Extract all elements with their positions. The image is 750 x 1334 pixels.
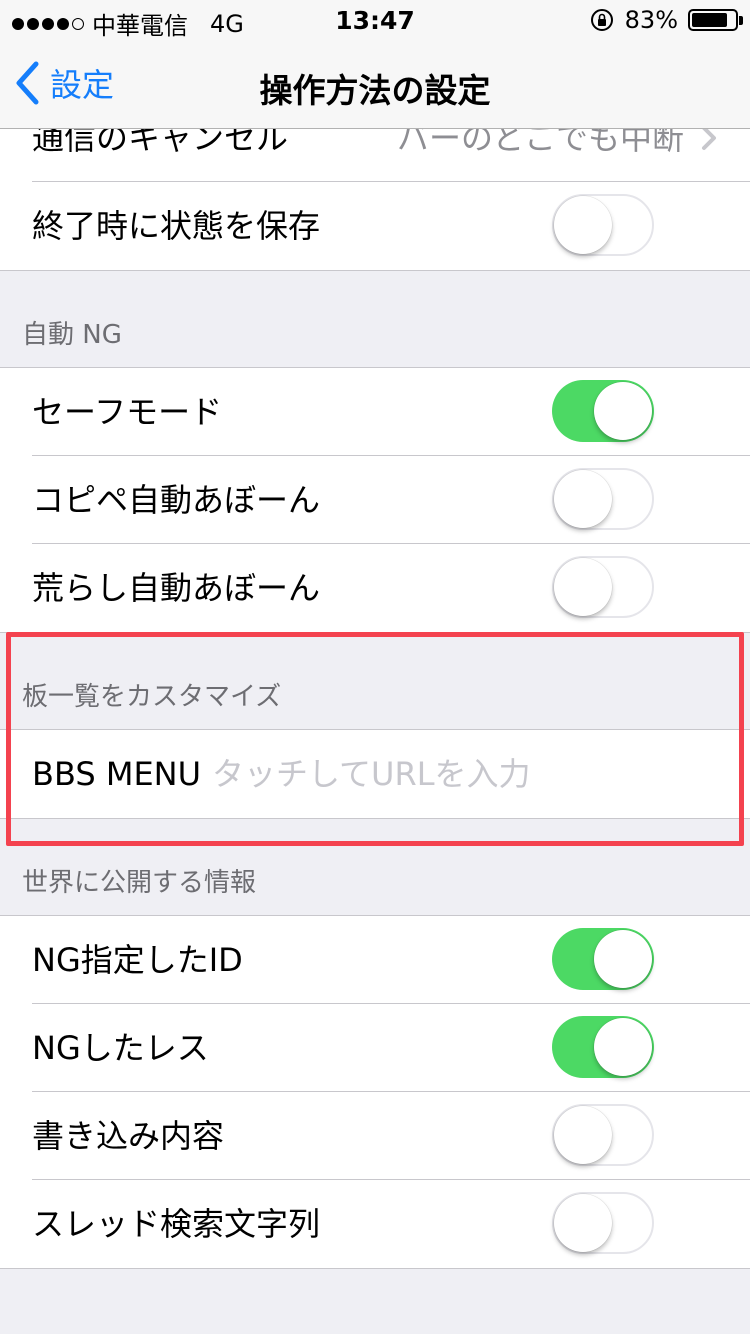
group-public-info: NG指定したID NGしたレス 書き込み内容 スレッド検索文字列 [0,916,750,1268]
row-label: 荒らし自動あぼーん [32,569,321,607]
ng-id-toggle[interactable] [552,928,654,990]
battery-tip [739,16,743,25]
row-ng-res: NGしたレス [0,1004,750,1092]
toggle-knob [594,382,652,440]
row-thread-search: スレッド検索文字列 [0,1180,750,1268]
toggle-knob [594,930,652,988]
row-label: NG指定したID [32,941,243,979]
safe-mode-toggle[interactable] [552,380,654,442]
toggle-knob [594,1018,652,1076]
row-arashi-auto-abon: 荒らし自動あぼーん [0,544,750,632]
battery-icon [688,9,743,31]
arashi-auto-abon-toggle[interactable] [552,556,654,618]
group-auto-ng: セーフモード コピペ自動あぼーん 荒らし自動あぼーん [0,368,750,632]
settings-list: 通信のキャンセル バーのどこでも中断 終了時に状態を保存 自動 NG セーフモー… [0,94,750,1269]
section-header-public-info: 世界に公開する情報 [0,819,750,915]
row-label: スレッド検索文字列 [32,1205,321,1243]
row-label: BBS MENU [32,755,202,793]
section-header-label: 自動 NG [22,320,122,350]
battery-fill [692,13,727,27]
row-save-state: 終了時に状態を保存 [0,182,750,270]
page-title: 操作方法の設定 [259,71,491,110]
section-header-label: 世界に公開する情報 [22,868,257,898]
row-bbs-menu: BBS MENU [0,730,750,818]
row-label: 終了時に状態を保存 [32,207,321,245]
battery-percent: 83% [624,6,678,34]
row-label: コピペ自動あぼーん [32,481,321,519]
row-safe-mode: セーフモード [0,368,750,456]
orientation-lock-icon [590,9,613,31]
section-header-board-list: 板一覧をカスタマイズ [0,633,750,729]
group-bottom-border [0,1268,750,1269]
row-label: セーフモード [32,393,223,431]
row-ng-id: NG指定したID [0,916,750,1004]
status-bar: 中華電信 4G 13:47 83% [0,0,750,40]
bbs-menu-url-input[interactable] [212,752,692,796]
section-header-label: 板一覧をカスタマイズ [22,682,282,712]
row-post-content: 書き込み内容 [0,1092,750,1180]
toggle-knob [554,1106,612,1164]
group-board-list: BBS MENU [0,730,750,818]
status-right: 83% [589,6,743,34]
navigation-bar: 設定 操作方法の設定 [0,40,750,129]
thread-search-toggle[interactable] [552,1192,654,1254]
ng-res-toggle[interactable] [552,1016,654,1078]
toggle-knob [554,470,612,528]
section-header-auto-ng: 自動 NG [0,271,750,367]
save-state-toggle[interactable] [552,194,654,256]
row-label: NGしたレス [32,1029,209,1067]
toggle-knob [554,1194,612,1252]
row-label: 書き込み内容 [32,1117,225,1155]
toggle-knob [554,196,612,254]
post-content-toggle[interactable] [552,1104,654,1166]
toggle-knob [554,558,612,616]
row-copipe-auto-abon: コピペ自動あぼーん [0,456,750,544]
copipe-auto-abon-toggle[interactable] [552,468,654,530]
